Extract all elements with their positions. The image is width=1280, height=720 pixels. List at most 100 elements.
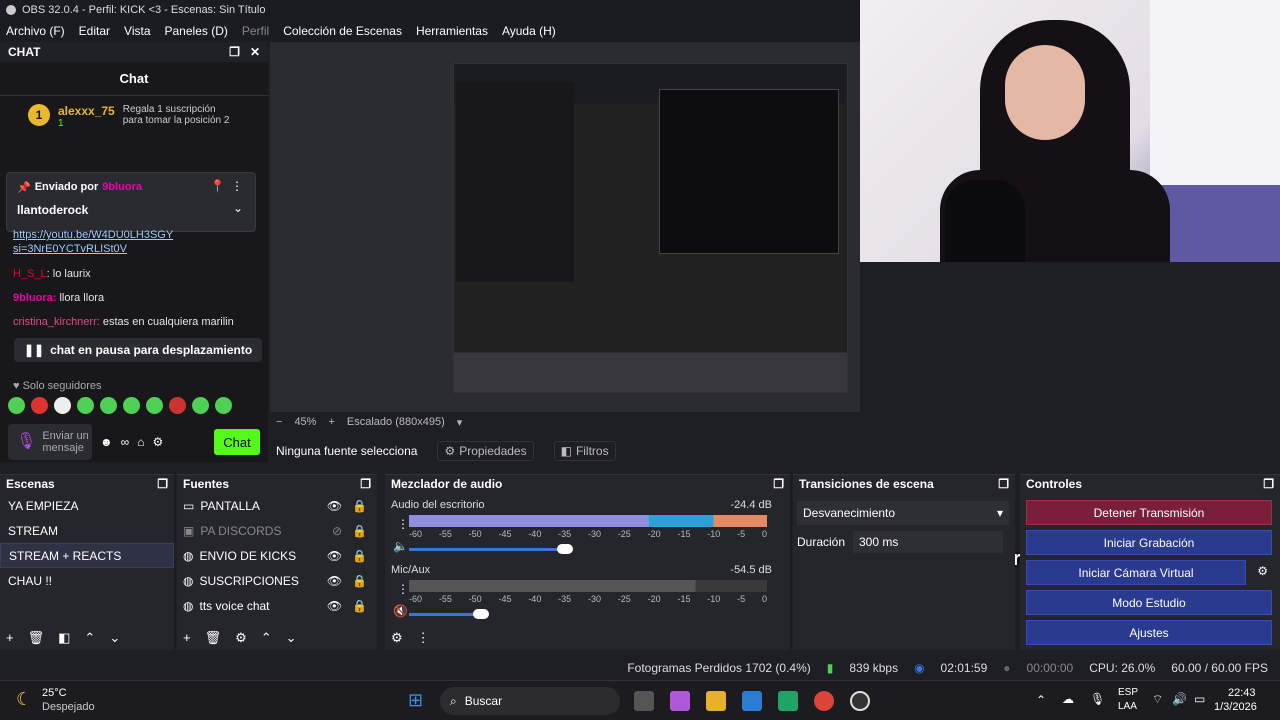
menu-perfil[interactable]: Perfil xyxy=(242,24,269,38)
volume-slider[interactable] xyxy=(409,613,479,616)
emote-icon[interactable] xyxy=(54,397,71,414)
filters-button[interactable]: ◧ Filtros xyxy=(553,441,616,461)
float-icon[interactable]: ❐ xyxy=(157,477,168,491)
unpin-icon[interactable]: 📍 xyxy=(210,179,225,193)
gear-icon[interactable]: ⚙ xyxy=(235,630,247,646)
excel-icon[interactable] xyxy=(778,691,798,711)
transition-select[interactable]: Desvanecimiento ▾ xyxy=(797,501,1009,525)
chat-link-2[interactable]: si=3NrE0YCTvRLISt0V xyxy=(13,243,127,255)
eye-icon[interactable]: 👁 xyxy=(327,499,342,513)
chevron-down-icon[interactable]: ▾ xyxy=(457,416,463,429)
lock-icon[interactable]: 🔒 xyxy=(352,499,367,513)
volume-slider[interactable] xyxy=(409,548,559,551)
battery-icon[interactable]: ▭ xyxy=(1194,692,1205,706)
menu-editar[interactable]: Editar xyxy=(79,24,110,38)
scene-item[interactable]: YA EMPIEZA xyxy=(0,493,174,518)
menu-paneles[interactable]: Paneles (D) xyxy=(165,24,228,38)
more-icon[interactable]: ⋮ xyxy=(417,630,430,646)
chat-input[interactable]: 🎙 Enviar un mensaje xyxy=(8,424,92,460)
chat-user[interactable]: cristina_kirchnerr: xyxy=(13,316,100,328)
emote-icon[interactable] xyxy=(8,397,25,414)
down-icon[interactable]: ⌄ xyxy=(109,630,120,646)
eye-icon[interactable]: 👁 xyxy=(327,549,342,563)
float-icon[interactable]: ❐ xyxy=(229,45,240,59)
up-icon[interactable]: ⌃ xyxy=(261,630,272,646)
zoom-in-button[interactable]: + xyxy=(328,416,334,428)
menu-archivo[interactable]: Archivo (F) xyxy=(6,24,65,38)
source-item[interactable]: ◍ SUSCRIPCIONES 👁 🔒 xyxy=(177,568,377,593)
emote-icon[interactable] xyxy=(215,397,232,414)
weather-icon[interactable]: ☾ xyxy=(16,689,32,710)
properties-button[interactable]: ⚙ Propiedades xyxy=(437,441,534,461)
lock-icon[interactable]: 🔒 xyxy=(352,524,367,538)
up-icon[interactable]: ⌃ xyxy=(84,630,95,646)
source-item[interactable]: ▭ PANTALLA 👁 🔒 xyxy=(177,493,377,518)
volume-slider-handle[interactable] xyxy=(557,544,573,554)
emote-icon[interactable] xyxy=(77,397,94,414)
add-icon[interactable]: + xyxy=(183,630,191,646)
float-icon[interactable]: ❐ xyxy=(360,477,371,491)
lang-1[interactable]: ESP xyxy=(1118,687,1138,698)
add-icon[interactable]: + xyxy=(6,630,14,646)
mic-icon[interactable]: 🎙 xyxy=(16,434,36,450)
chevron-up-icon[interactable]: ⌃ xyxy=(1036,693,1046,707)
settings-button[interactable]: Ajustes xyxy=(1026,620,1272,645)
chat-user[interactable]: 9bluora: xyxy=(13,292,56,304)
emoji-icon[interactable]: ☻ xyxy=(100,435,113,449)
infinity-icon[interactable]: ∞ xyxy=(121,435,130,449)
obs-icon[interactable] xyxy=(850,691,870,711)
task-view-icon[interactable] xyxy=(634,691,654,711)
speaker-icon[interactable]: 🔈 xyxy=(393,539,408,553)
menu-herramientas[interactable]: Herramientas xyxy=(416,24,488,38)
duration-input[interactable]: 300 ms xyxy=(853,531,1003,553)
eye-off-icon[interactable]: ⊘ xyxy=(332,524,342,538)
source-item[interactable]: ◍ tts voice chat 👁 🔒 xyxy=(177,593,377,618)
more-icon[interactable]: ⋮ xyxy=(397,582,409,596)
lock-icon[interactable]: 🔒 xyxy=(352,574,367,588)
more-icon[interactable]: ⋮ xyxy=(231,179,243,193)
windows-start-icon[interactable]: ⊞ xyxy=(408,690,423,711)
taskbar-search[interactable]: ⌕ Buscar xyxy=(440,687,620,715)
file-explorer-icon[interactable] xyxy=(706,691,726,711)
chat-paused-button[interactable]: ❚❚ chat en pausa para desplazamiento xyxy=(14,338,263,362)
gift-user[interactable]: alexxx_75 xyxy=(58,104,115,118)
down-icon[interactable]: ⌄ xyxy=(286,630,297,646)
menu-ayuda[interactable]: Ayuda (H) xyxy=(502,24,556,38)
menu-coleccion[interactable]: Colección de Escenas xyxy=(283,24,402,38)
gear-icon[interactable]: ⚙ xyxy=(1257,564,1268,578)
lock-icon[interactable]: 🔒 xyxy=(352,599,367,613)
stop-streaming-button[interactable]: Detener Transmisión xyxy=(1026,500,1272,525)
start-recording-button[interactable]: Iniciar Grabación xyxy=(1026,530,1272,555)
source-item[interactable]: ▣ PA DISCORDS ⊘ 🔒 xyxy=(177,518,377,543)
emote-icon[interactable] xyxy=(146,397,163,414)
eye-icon[interactable]: 👁 xyxy=(327,599,342,613)
pinned-by-user[interactable]: 9bluora xyxy=(102,181,142,194)
cloud-icon[interactable]: ☁ xyxy=(1062,692,1074,706)
advanced-audio-icon[interactable]: ⚙ xyxy=(391,630,403,646)
weather-desc[interactable]: Despejado xyxy=(42,701,95,713)
scaling-label[interactable]: Escalado (880x495) xyxy=(347,416,445,428)
emote-icon[interactable] xyxy=(192,397,209,414)
trash-icon[interactable]: 🗑 xyxy=(205,630,222,646)
more-icon[interactable]: ⋮ xyxy=(397,517,409,531)
gear-icon[interactable]: ⚙ xyxy=(152,435,163,449)
float-icon[interactable]: ❐ xyxy=(998,477,1009,491)
emote-icon[interactable] xyxy=(123,397,140,414)
chrome-icon[interactable] xyxy=(814,691,834,711)
trash-icon[interactable]: 🗑 xyxy=(28,630,45,646)
copilot-icon[interactable] xyxy=(670,691,690,711)
clock-time[interactable]: 22:43 xyxy=(1228,687,1256,699)
eye-icon[interactable]: 👁 xyxy=(327,574,342,588)
word-icon[interactable] xyxy=(742,691,762,711)
chat-user[interactable]: H_S_L xyxy=(13,268,47,280)
menu-vista[interactable]: Vista xyxy=(124,24,150,38)
source-item[interactable]: ◍ ENVIO DE KICKS 👁 🔒 xyxy=(177,543,377,568)
filter-icon[interactable]: ◧ xyxy=(58,630,70,646)
mic-icon[interactable]: 🎙 xyxy=(1090,692,1105,706)
wifi-icon[interactable]: ⌔ xyxy=(1152,692,1163,707)
volume-icon[interactable]: 🔊 xyxy=(1172,692,1187,706)
chat-link[interactable]: https://youtu.be/W4DU0LH3SGY xyxy=(13,229,173,241)
close-icon[interactable]: ✕ xyxy=(250,45,260,59)
lock-icon[interactable]: 🔒 xyxy=(352,549,367,563)
lang-2[interactable]: LAA xyxy=(1118,701,1137,712)
